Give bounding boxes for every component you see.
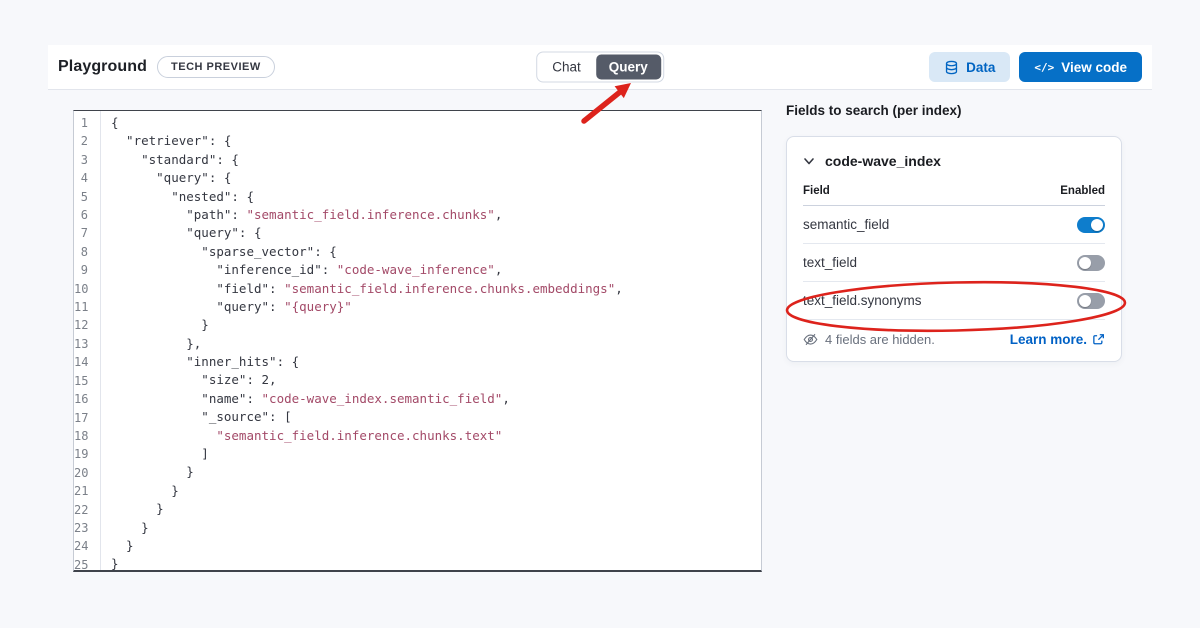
field-row: text_field: [803, 244, 1105, 282]
column-field: Field: [803, 185, 830, 197]
column-enabled: Enabled: [1060, 185, 1105, 197]
code-line: "standard": {: [111, 151, 761, 169]
tab-query[interactable]: Query: [596, 55, 661, 80]
fields-panel: Fields to search (per index) code-wave_i…: [786, 103, 1122, 362]
code-line: }: [111, 537, 761, 555]
code-line: "retriever": {: [111, 132, 761, 150]
code-line: "inner_hits": {: [111, 353, 761, 371]
code-line: {: [111, 114, 761, 132]
fields-panel-title: Fields to search (per index): [786, 103, 1122, 118]
playground-screenshot: Playground TECH PREVIEW Chat Query Data …: [0, 0, 1200, 628]
fields-table-header: Field Enabled: [803, 181, 1105, 206]
code-line: }: [111, 519, 761, 537]
code-line: "sparse_vector": {: [111, 243, 761, 261]
line-number: 5: [74, 188, 88, 206]
index-name: code-wave_index: [825, 153, 941, 169]
code-line: }: [111, 463, 761, 481]
top-bar: Playground TECH PREVIEW Chat Query Data …: [48, 45, 1152, 90]
field-name: text_field.synonyms: [803, 293, 922, 308]
line-number: 16: [74, 390, 88, 408]
field-toggle[interactable]: [1077, 217, 1105, 233]
line-number: 18: [74, 427, 88, 445]
index-fields-card: code-wave_index Field Enabled semantic_f…: [786, 136, 1122, 362]
code-line: "size": 2,: [111, 371, 761, 389]
page-title: Playground: [58, 58, 147, 76]
toggle-knob: [1079, 257, 1091, 269]
line-number: 10: [74, 280, 88, 298]
mode-toggle-group: Chat Query: [536, 52, 664, 83]
line-number: 7: [74, 224, 88, 242]
editor-line-numbers: 1234567891011121314151617181920212223242…: [74, 111, 101, 570]
code-line: "_source": [: [111, 408, 761, 426]
code-line: "path": "semantic_field.inference.chunks…: [111, 206, 761, 224]
code-line: ]: [111, 445, 761, 463]
chevron-down-icon: [803, 155, 815, 167]
learn-more-label: Learn more.: [1010, 332, 1087, 347]
line-number: 13: [74, 335, 88, 353]
top-bar-actions: Data </> View code: [929, 52, 1142, 82]
line-number: 1: [74, 114, 88, 132]
line-number: 23: [74, 519, 88, 537]
field-toggle[interactable]: [1077, 255, 1105, 271]
field-name: text_field: [803, 255, 857, 270]
index-accordion-toggle[interactable]: code-wave_index: [803, 137, 1105, 181]
hidden-fields-note: 4 fields are hidden.: [803, 332, 935, 347]
line-number: 11: [74, 298, 88, 316]
database-icon: [944, 60, 959, 75]
field-row: semantic_field: [803, 206, 1105, 244]
line-number: 19: [74, 445, 88, 463]
line-number: 25: [74, 556, 88, 574]
line-number: 9: [74, 261, 88, 279]
code-line: "field": "semantic_field.inference.chunk…: [111, 280, 761, 298]
code-line: },: [111, 335, 761, 353]
line-number: 21: [74, 482, 88, 500]
fields-table-body: semantic_field text_field text_field.synon…: [803, 206, 1105, 320]
line-number: 2: [74, 132, 88, 150]
data-button[interactable]: Data: [929, 52, 1010, 82]
data-button-label: Data: [966, 60, 995, 75]
line-number: 6: [74, 206, 88, 224]
eye-slash-icon: [803, 332, 818, 347]
tab-chat[interactable]: Chat: [539, 55, 594, 80]
line-number: 20: [74, 464, 88, 482]
code-line: "nested": {: [111, 188, 761, 206]
code-line: }: [111, 482, 761, 500]
code-line: }: [111, 316, 761, 334]
editor-code: { "retriever": { "standard": { "query": …: [101, 111, 761, 570]
code-line: "query": {: [111, 224, 761, 242]
line-number: 4: [74, 169, 88, 187]
code-line: "query": {: [111, 169, 761, 187]
code-line: }: [111, 555, 761, 570]
code-line: "semantic_field.inference.chunks.text": [111, 427, 761, 445]
line-number: 15: [74, 372, 88, 390]
line-number: 17: [74, 409, 88, 427]
hidden-fields-text: 4 fields are hidden.: [825, 332, 935, 347]
field-toggle[interactable]: [1077, 293, 1105, 309]
view-code-button[interactable]: </> View code: [1019, 52, 1142, 82]
code-line: "name": "code-wave_index.semantic_field"…: [111, 390, 761, 408]
toggle-knob: [1091, 219, 1103, 231]
code-line: "inference_id": "code-wave_inference",: [111, 261, 761, 279]
line-number: 12: [74, 316, 88, 334]
line-number: 24: [74, 537, 88, 555]
line-number: 3: [74, 151, 88, 169]
view-code-button-label: View code: [1061, 60, 1127, 75]
field-row: text_field.synonyms: [803, 282, 1105, 320]
learn-more-link[interactable]: Learn more.: [1010, 332, 1105, 347]
card-footer: 4 fields are hidden. Learn more.: [803, 320, 1105, 361]
code-line: "query": "{query}": [111, 298, 761, 316]
line-number: 22: [74, 501, 88, 519]
line-number: 8: [74, 243, 88, 261]
line-number: 14: [74, 353, 88, 371]
code-line: }: [111, 500, 761, 518]
external-link-icon: [1092, 333, 1105, 346]
code-icon: </>: [1034, 61, 1054, 74]
tech-preview-badge: TECH PREVIEW: [157, 56, 275, 78]
field-name: semantic_field: [803, 217, 889, 232]
query-editor[interactable]: 1234567891011121314151617181920212223242…: [73, 110, 762, 572]
toggle-knob: [1079, 295, 1091, 307]
